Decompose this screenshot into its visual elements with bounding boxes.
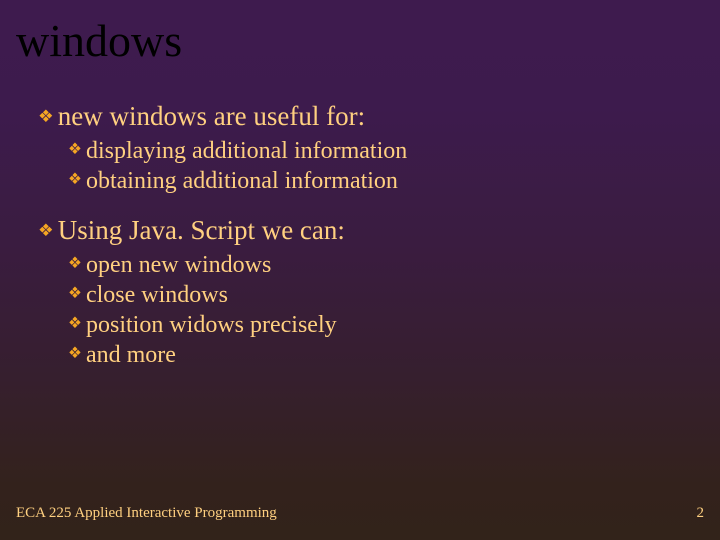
slide: windows ❖new windows are useful for: ❖di… (0, 0, 720, 540)
diamond-bullet-icon: ❖ (68, 254, 82, 273)
bullet-l1: ❖Using Java. Script we can: (38, 214, 407, 248)
bullet-l2: ❖displaying additional information (68, 136, 407, 166)
bullet-text: new windows are useful for: (58, 101, 365, 131)
diamond-bullet-icon: ❖ (68, 284, 82, 303)
bullet-l2: ❖obtaining additional information (68, 166, 407, 196)
diamond-bullet-icon: ❖ (68, 314, 82, 333)
bullet-l2: ❖and more (68, 340, 407, 370)
diamond-bullet-icon: ❖ (68, 170, 82, 189)
bullet-text: obtaining additional information (86, 168, 398, 194)
bullet-l2: ❖position widows precisely (68, 310, 407, 340)
footer-left: ECA 225 Applied Interactive Programming (16, 505, 277, 522)
diamond-bullet-icon: ❖ (38, 220, 54, 242)
bullet-text: open new windows (86, 252, 271, 278)
diamond-bullet-icon: ❖ (68, 344, 82, 363)
slide-footer: ECA 225 Applied Interactive Programming … (16, 505, 704, 522)
bullet-l2: ❖open new windows (68, 250, 407, 280)
slide-number: 2 (697, 505, 705, 522)
bullet-text: and more (86, 342, 176, 368)
slide-content: ❖new windows are useful for: ❖displaying… (38, 96, 407, 370)
slide-title: windows (16, 14, 182, 67)
bullet-l2: ❖close windows (68, 280, 407, 310)
diamond-bullet-icon: ❖ (38, 106, 54, 128)
spacer (38, 196, 407, 210)
bullet-text: Using Java. Script we can: (58, 215, 345, 245)
bullet-text: close windows (86, 282, 228, 308)
bullet-l1: ❖new windows are useful for: (38, 100, 407, 134)
bullet-text: position widows precisely (86, 312, 337, 338)
bullet-text: displaying additional information (86, 138, 407, 164)
diamond-bullet-icon: ❖ (68, 140, 82, 159)
